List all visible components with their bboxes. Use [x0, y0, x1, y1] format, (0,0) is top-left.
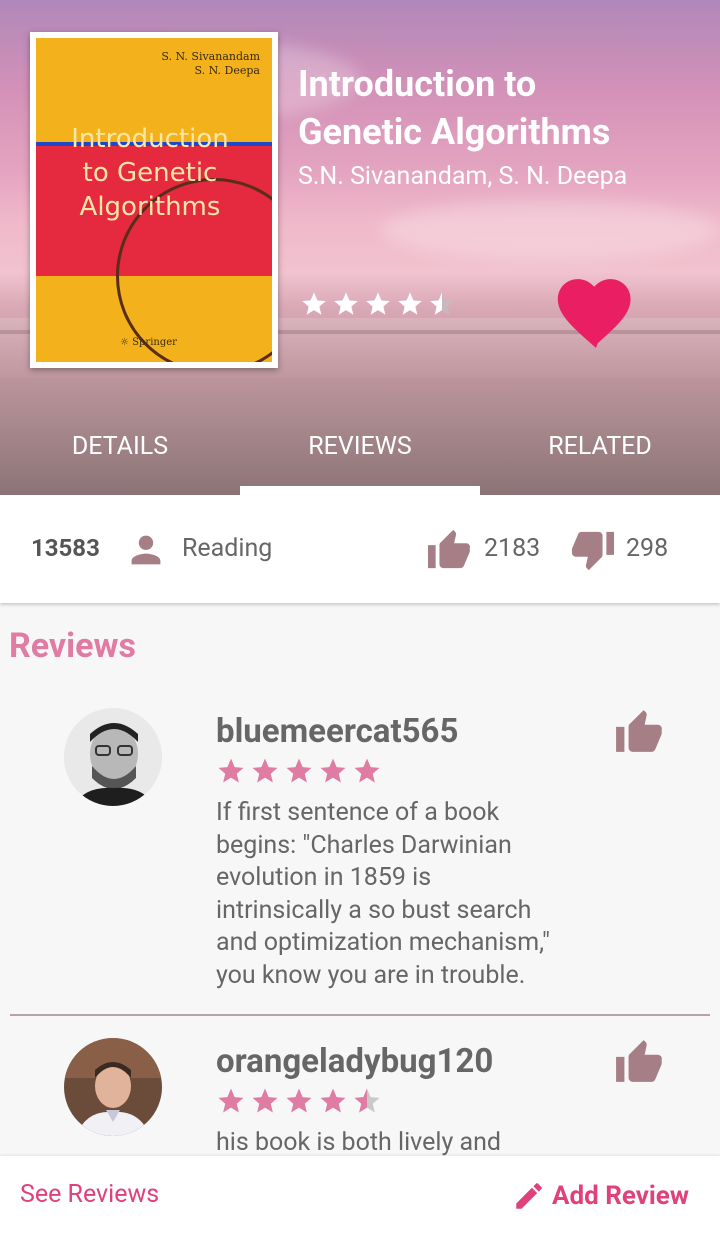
tab-reviews[interactable]: REVIEWS — [240, 418, 480, 495]
star-icon — [286, 1088, 312, 1113]
tab-related[interactable]: RELATED — [480, 418, 720, 495]
review-text-line: If first sentence of a book — [216, 798, 500, 827]
tab-details[interactable]: DETAILS — [0, 418, 240, 495]
tab-bar: DETAILS REVIEWS RELATED — [0, 418, 720, 495]
review-text-line: you know you are in trouble. — [216, 960, 526, 990]
favorite-heart-icon[interactable] — [552, 270, 640, 350]
book-header: S. N. Sivanandam S. N. Deepa Introductio… — [0, 0, 720, 495]
see-reviews-button[interactable]: See Reviews — [20, 1180, 159, 1209]
active-tab-indicator — [240, 486, 480, 495]
star-icon — [302, 292, 326, 315]
book-cover[interactable]: S. N. Sivanandam S. N. Deepa Introductio… — [30, 32, 278, 368]
star-icon — [366, 292, 390, 315]
cover-authors: S. N. Sivanandam S. N. Deepa — [161, 50, 260, 78]
book-cover-art: S. N. Sivanandam S. N. Deepa Introductio… — [36, 38, 272, 362]
pencil-icon — [516, 1183, 542, 1209]
star-icon — [334, 292, 358, 315]
add-review-label: Add Review — [552, 1181, 689, 1211]
cover-publisher: ☼ Springer — [120, 337, 177, 348]
review-rating-stars — [218, 1088, 380, 1113]
review-rating-stars — [218, 758, 380, 783]
star-icon — [320, 758, 346, 783]
book-title: Introduction to Genetic Algorithms — [298, 60, 698, 156]
reviews-section-title: Reviews — [9, 626, 136, 666]
book-authors: S.N. Sivanandam, S. N. Deepa — [298, 162, 628, 191]
star-icon — [252, 758, 278, 783]
dislikes-count: 298 — [626, 534, 669, 563]
review-divider — [10, 1014, 710, 1016]
cover-author: S. N. Deepa — [194, 64, 261, 77]
review-text-line: begins: "Charles Darwinian — [216, 830, 512, 860]
cover-title: Introduction to Genetic Algorithms — [50, 122, 250, 224]
book-rating-stars — [302, 292, 454, 315]
thumbs-up-icon[interactable] — [426, 528, 472, 570]
thumbs-down-icon[interactable] — [570, 530, 616, 572]
readers-count: 13583 — [31, 534, 100, 562]
review-like-icon[interactable] — [614, 708, 664, 754]
person-icon — [131, 535, 161, 565]
likes-count: 2183 — [484, 534, 541, 563]
reviewer-name[interactable]: orangeladybug120 — [216, 1042, 493, 1081]
reviewer-name[interactable]: bluemeercat565 — [216, 712, 458, 751]
book-title-line: Genetic Algorithms — [298, 111, 611, 153]
star-icon — [320, 1088, 346, 1113]
review-text-line: intrinsically a so bust search — [216, 895, 532, 925]
cover-title-line: to Genetic — [82, 158, 218, 188]
cover-author: S. N. Sivanandam — [161, 50, 260, 63]
reviewer-photo — [64, 708, 162, 806]
avatar[interactable] — [64, 1038, 162, 1136]
review-text: his book is both lively and — [216, 1127, 596, 1160]
star-icon — [286, 758, 312, 783]
cover-title-line: Algorithms — [79, 192, 221, 222]
reading-label: Reading — [182, 534, 273, 563]
add-review-button[interactable]: Add Review — [512, 1176, 689, 1216]
cover-title-line: Introduction — [71, 124, 229, 154]
cover-publisher-label: Springer — [132, 337, 177, 348]
star-icon — [398, 292, 422, 315]
review-text-line: evolution in 1859 is — [216, 863, 432, 892]
book-title-line: Introduction to — [298, 63, 537, 105]
review-like-icon[interactable] — [614, 1038, 664, 1084]
star-icon — [218, 1088, 244, 1113]
star-icon — [252, 1088, 278, 1113]
review-text-line: his book is both lively and — [216, 1128, 501, 1157]
avatar[interactable] — [64, 708, 162, 806]
review-text: If first sentence of a book begins: "Cha… — [216, 797, 596, 992]
star-icon — [354, 758, 380, 783]
star-icon — [218, 758, 244, 783]
sky-cloud — [380, 200, 720, 260]
reviewer-photo — [64, 1038, 162, 1136]
review-text-line: and optimization mechanism," — [216, 928, 550, 957]
